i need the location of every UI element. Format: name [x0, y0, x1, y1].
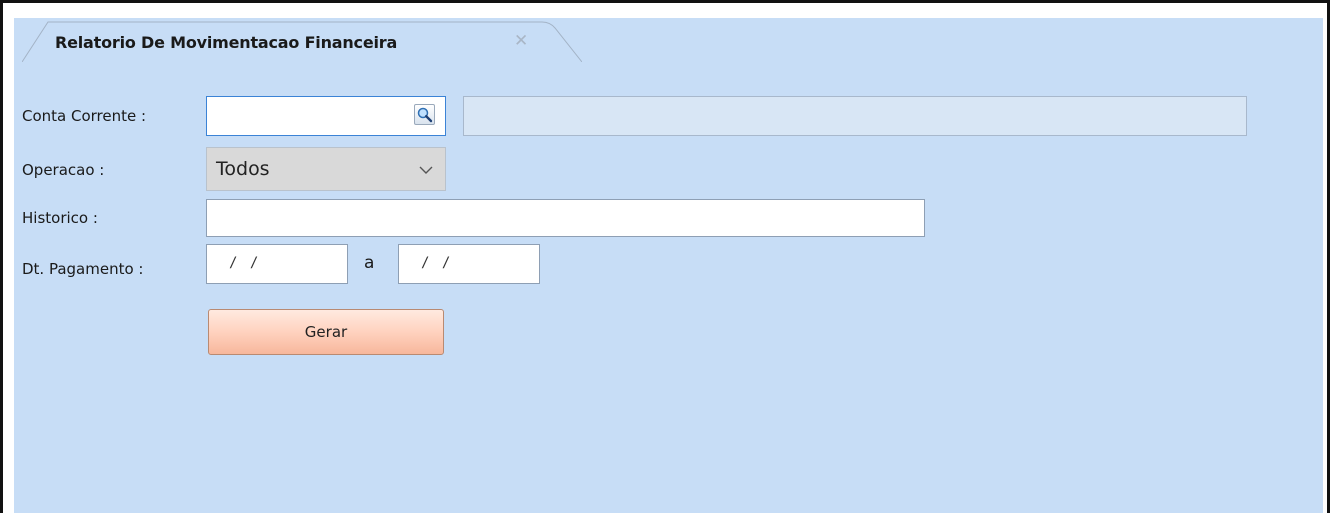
- dt-pagamento-label: Dt. Pagamento :: [22, 260, 144, 278]
- dt-pagamento-from-input[interactable]: / /: [206, 244, 348, 284]
- gerar-button[interactable]: Gerar: [208, 309, 444, 355]
- conta-lookup-button[interactable]: [414, 104, 435, 125]
- historico-input[interactable]: [206, 199, 925, 237]
- dt-pagamento-to-input[interactable]: / /: [398, 244, 540, 284]
- operacao-select[interactable]: Todos: [206, 147, 446, 191]
- operacao-selected-value: Todos: [216, 158, 270, 180]
- historico-label: Historico :: [22, 209, 98, 227]
- conta-corrente-label: Conta Corrente :: [22, 107, 147, 125]
- date-range-separator: a: [364, 253, 375, 273]
- tab-relatorio-movimentacao[interactable]: Relatorio De Movimentacao Financeira ✕: [22, 18, 582, 62]
- operacao-label: Operacao :: [22, 161, 105, 179]
- close-icon[interactable]: ✕: [514, 31, 528, 51]
- conta-corrente-input[interactable]: [206, 96, 446, 136]
- search-icon: [417, 107, 433, 123]
- window-frame: Relatorio De Movimentacao Financeira ✕ C…: [0, 0, 1330, 513]
- chevron-down-icon: [419, 166, 433, 174]
- dt-pagamento-from-value: / /: [229, 255, 261, 271]
- tab-title: Relatorio De Movimentacao Financeira: [55, 33, 398, 52]
- dt-pagamento-to-value: / /: [421, 255, 453, 271]
- conta-corrente-description: [463, 96, 1247, 136]
- report-panel: Relatorio De Movimentacao Financeira ✕ C…: [14, 18, 1323, 513]
